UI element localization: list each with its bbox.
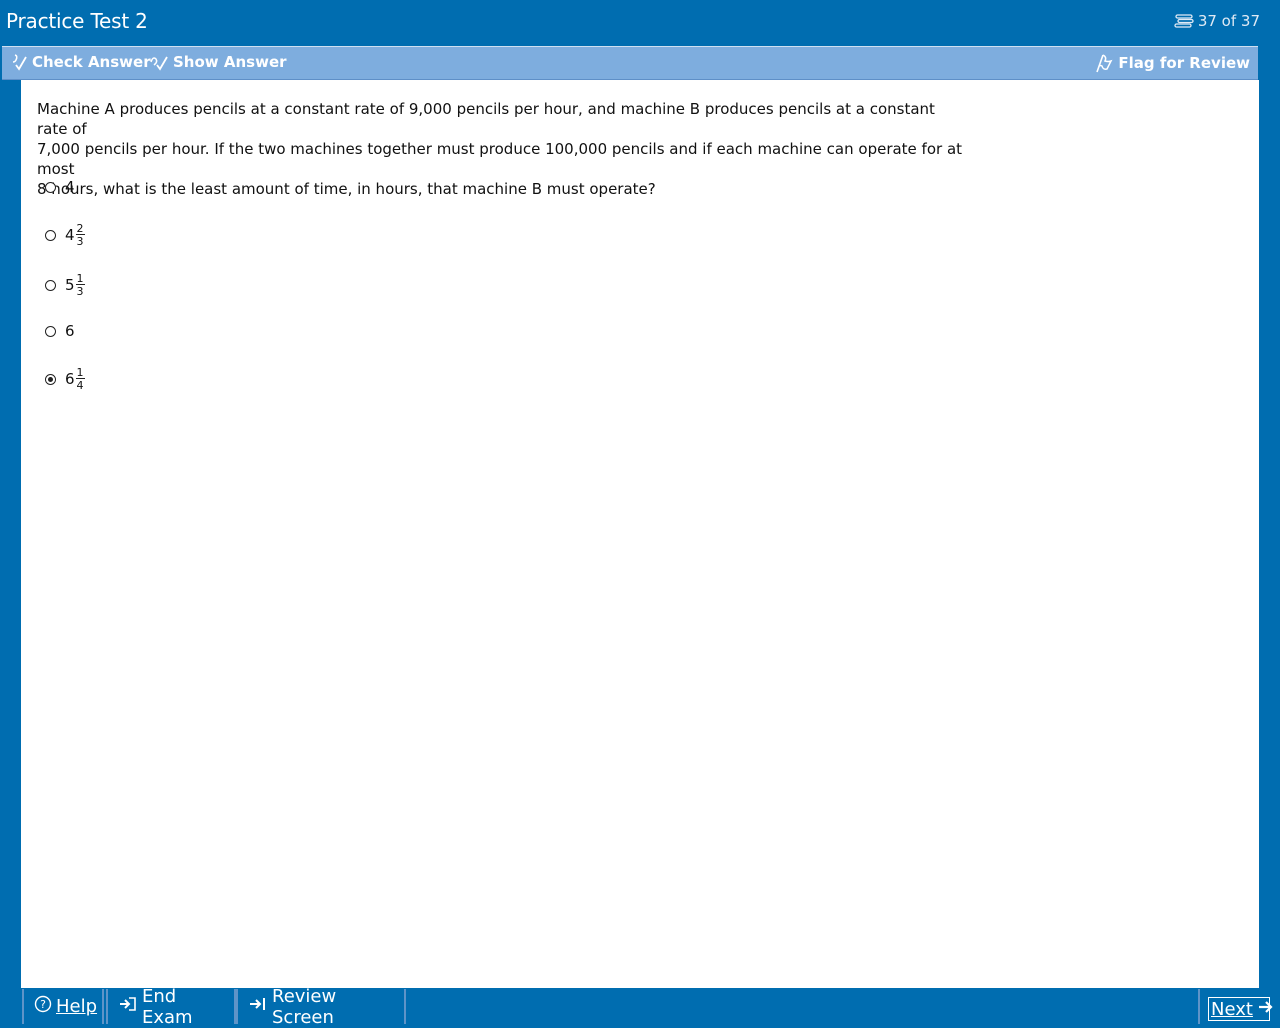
help-button[interactable]: ? Help — [22, 989, 104, 1024]
svg-text:?: ? — [40, 998, 46, 1011]
footer-bar: ? Help End Exam Review Screen Next — [0, 986, 1280, 1028]
help-icon: ? — [34, 995, 52, 1018]
fraction-numerator: 1 — [75, 366, 85, 379]
flag-for-review-label: Flag for Review — [1118, 54, 1250, 72]
question-panel: Machine A produces pencils at a constant… — [21, 80, 1259, 988]
choice-fraction: 1 4 — [75, 366, 85, 392]
choice-fraction: 2 3 — [75, 222, 85, 248]
choice-whole: 6 — [65, 370, 75, 388]
choice-whole: 5 — [65, 276, 75, 294]
review-screen-icon — [248, 996, 268, 1017]
end-exam-icon — [118, 996, 138, 1017]
flag-icon — [1094, 53, 1114, 73]
choice-value: 4 — [65, 178, 75, 196]
radio-button[interactable] — [45, 279, 56, 291]
answer-choice-c[interactable]: 5 1 3 — [45, 273, 85, 297]
window-title: Practice Test 2 — [6, 9, 148, 33]
radio-button[interactable] — [45, 181, 56, 193]
radio-button-selected[interactable] — [45, 373, 56, 385]
question-counter-text: 37 of 37 — [1197, 12, 1260, 30]
next-button[interactable]: Next — [1208, 997, 1273, 1021]
answer-choice-b[interactable]: 4 2 3 — [45, 223, 85, 247]
review-screen-label: Review Screen — [272, 985, 337, 1028]
fraction-numerator: 2 — [75, 222, 85, 235]
review-screen-button[interactable]: Review Screen — [236, 986, 406, 1028]
answer-choice-a[interactable]: 4 — [45, 178, 76, 196]
answer-choice-d[interactable]: 6 — [45, 322, 76, 340]
check-answer-icon — [10, 53, 28, 71]
toolbar: Check Answer Show Answer Flag for Review — [2, 46, 1258, 80]
end-exam-button[interactable]: End Exam — [106, 986, 236, 1028]
panel-border — [1259, 80, 1261, 988]
title-bar: Practice Test 2 37 of 37 — [0, 0, 1280, 45]
choice-whole: 4 — [65, 226, 75, 244]
fraction-numerator: 1 — [75, 272, 85, 285]
choice-fraction: 1 3 — [75, 272, 85, 298]
question-counter: 37 of 37 — [1174, 12, 1260, 30]
flag-for-review-button[interactable]: Flag for Review — [1094, 53, 1250, 73]
end-exam-label: End Exam — [142, 985, 193, 1028]
fraction-denominator: 3 — [76, 285, 84, 298]
choice-value: 6 — [65, 322, 75, 340]
check-answer-label: Check Answer — [32, 53, 151, 71]
question-text: Machine A produces pencils at a constant… — [37, 100, 963, 198]
radio-button[interactable] — [45, 325, 56, 337]
question-list-icon — [1174, 14, 1194, 28]
show-answer-button[interactable]: Show Answer — [149, 53, 287, 71]
show-answer-icon — [149, 53, 169, 71]
show-answer-label: Show Answer — [173, 53, 287, 71]
fraction-denominator: 4 — [76, 379, 84, 392]
next-button-area: Next — [1198, 989, 1280, 1024]
radio-button[interactable] — [45, 229, 56, 241]
fraction-denominator: 3 — [76, 235, 84, 248]
arrow-right-icon — [1257, 999, 1275, 1020]
next-label: Next — [1211, 998, 1253, 1020]
answer-choice-e[interactable]: 6 1 4 — [45, 367, 85, 391]
help-label: Help — [56, 996, 98, 1017]
check-answer-button[interactable]: Check Answer — [10, 53, 151, 71]
